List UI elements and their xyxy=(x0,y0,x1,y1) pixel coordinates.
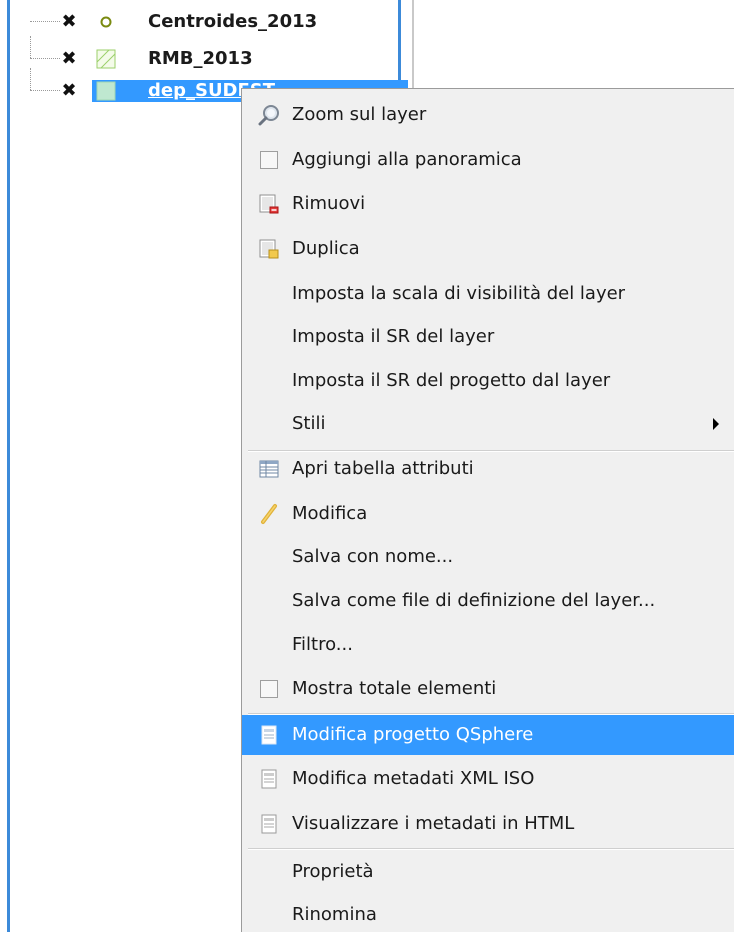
menu-item-view-metadata-html[interactable]: Visualizzare i metadati in HTML xyxy=(242,804,734,844)
menu-item-filter[interactable]: Filtro... xyxy=(242,625,734,665)
menu-item-save-layer-definition[interactable]: Salva come file di definizione del layer… xyxy=(242,581,734,621)
remove-layer-icon xyxy=(259,194,279,214)
menu-item-edit[interactable]: Modifica xyxy=(242,494,734,534)
menu-item-label: Visualizzare i metadati in HTML xyxy=(292,813,575,834)
menu-item-label: Stili xyxy=(292,413,326,434)
menu-item-label: Rinomina xyxy=(292,904,377,925)
menu-item-set-project-crs[interactable]: Imposta il SR del progetto dal layer xyxy=(242,361,734,401)
x-mark-icon[interactable]: ✖ xyxy=(60,13,78,31)
menu-item-label: Proprietà xyxy=(292,861,374,882)
panel-border-left xyxy=(7,0,10,932)
menu-item-label: Salva come file di definizione del layer… xyxy=(292,590,656,611)
menu-item-zoom-to-layer[interactable]: Zoom sul layer xyxy=(242,95,734,135)
menu-item-label: Modifica progetto QSphere xyxy=(292,724,534,745)
menu-item-label: Imposta il SR del layer xyxy=(292,326,495,347)
menu-item-styles[interactable]: Stili xyxy=(242,404,734,444)
tree-connector xyxy=(30,90,60,91)
menu-item-set-visibility-scale[interactable]: Imposta la scala di visibilità del layer xyxy=(242,274,734,314)
menu-item-label: Aggiungi alla panoramica xyxy=(292,149,522,170)
menu-item-label: Apri tabella attributi xyxy=(292,458,474,479)
duplicate-layer-icon xyxy=(259,239,279,259)
tree-connector xyxy=(30,21,60,22)
tree-connector xyxy=(30,36,31,58)
x-mark-icon[interactable]: ✖ xyxy=(60,50,78,68)
menu-item-label: Filtro... xyxy=(292,634,353,655)
table-icon xyxy=(259,460,279,478)
layer-label: Centroides_2013 xyxy=(148,11,318,32)
menu-item-label: Zoom sul layer xyxy=(292,104,427,125)
menu-separator xyxy=(248,848,734,850)
menu-item-properties[interactable]: Proprietà xyxy=(242,852,734,892)
checkbox-icon xyxy=(260,151,278,169)
pencil-icon xyxy=(261,504,277,524)
menu-item-label: Modifica metadati XML ISO xyxy=(292,768,535,789)
menu-item-show-feature-count[interactable]: Mostra totale elementi xyxy=(242,669,734,709)
menu-item-open-attribute-table[interactable]: Apri tabella attributi xyxy=(242,449,734,489)
menu-item-remove[interactable]: Rimuovi xyxy=(242,184,734,224)
menu-item-edit-iso-metadata[interactable]: Modifica metadati XML ISO xyxy=(242,759,734,799)
document-icon xyxy=(261,725,277,745)
document-icon xyxy=(261,769,277,789)
layer-item-rmb[interactable]: ✖ RMB_2013 xyxy=(10,36,398,70)
layer-context-menu: Zoom sul layer Aggiungi alla panoramica … xyxy=(241,88,734,932)
menu-item-label: Rimuovi xyxy=(292,193,366,214)
menu-item-label: Mostra totale elementi xyxy=(292,678,497,699)
checkbox-icon xyxy=(260,680,278,698)
tree-connector xyxy=(30,58,60,59)
hatched-polygon-icon xyxy=(96,49,116,69)
point-circle-icon xyxy=(100,16,112,28)
menu-item-duplicate[interactable]: Duplica xyxy=(242,229,734,269)
menu-item-label: Imposta la scala di visibilità del layer xyxy=(292,283,626,304)
document-icon xyxy=(261,814,277,834)
menu-item-label: Imposta il SR del progetto dal layer xyxy=(292,370,611,391)
menu-item-add-to-overview[interactable]: Aggiungi alla panoramica xyxy=(242,140,734,180)
polygon-fill-icon xyxy=(96,81,116,101)
layer-item-centroides[interactable]: ✖ Centroides_2013 xyxy=(10,11,398,33)
menu-item-save-as[interactable]: Salva con nome... xyxy=(242,537,734,577)
tree-connector xyxy=(30,68,31,90)
x-mark-icon[interactable]: ✖ xyxy=(60,82,78,100)
zoom-icon xyxy=(258,105,279,126)
layer-label: RMB_2013 xyxy=(148,48,253,69)
menu-item-label: Modifica xyxy=(292,503,368,524)
submenu-arrow-icon xyxy=(713,418,719,430)
menu-item-label: Duplica xyxy=(292,238,360,259)
menu-item-set-layer-crs[interactable]: Imposta il SR del layer xyxy=(242,317,734,357)
menu-item-rename[interactable]: Rinomina xyxy=(242,895,734,935)
menu-item-edit-qsphere-project[interactable]: Modifica progetto QSphere xyxy=(242,715,734,755)
menu-item-label: Salva con nome... xyxy=(292,546,454,567)
